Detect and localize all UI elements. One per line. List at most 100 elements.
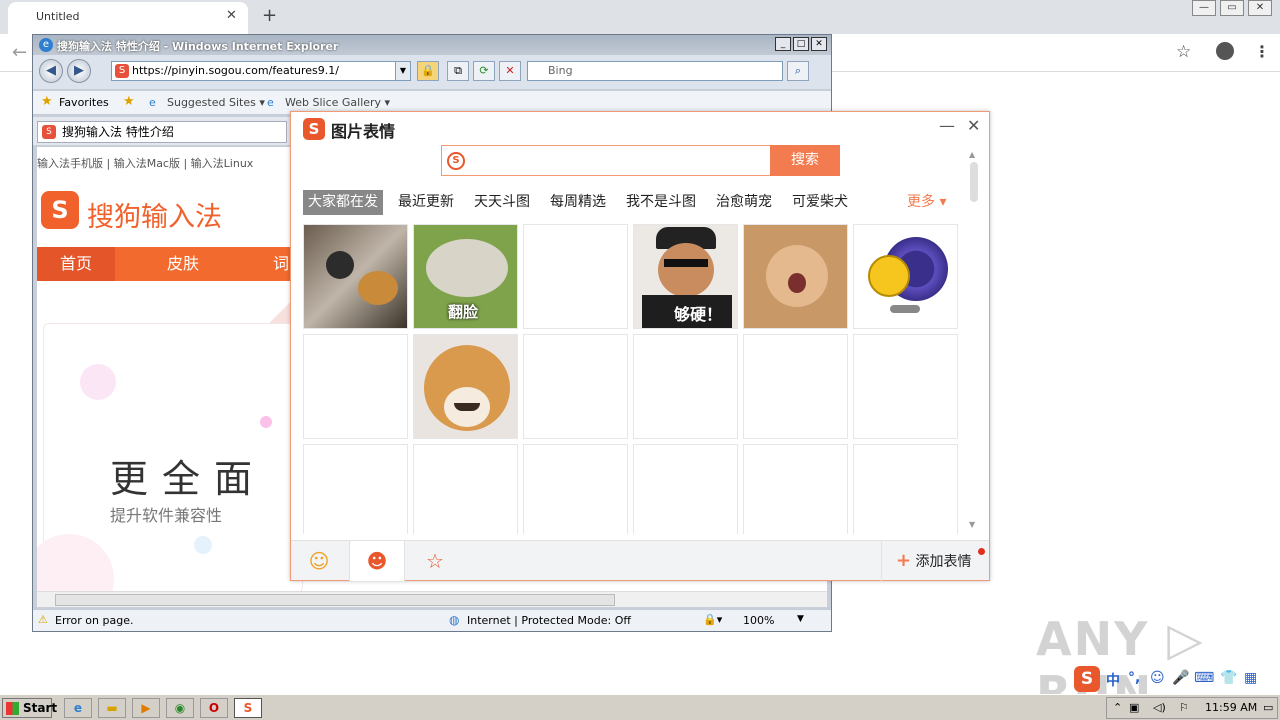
- sogou-taskbar-icon[interactable]: S: [234, 698, 262, 718]
- sticker-empty[interactable]: [743, 334, 848, 439]
- sticker-gouying[interactable]: 够硬！: [633, 224, 738, 329]
- site-name[interactable]: 搜狗输入法: [87, 195, 222, 234]
- refresh-icon[interactable]: ⟳: [473, 61, 495, 81]
- minimize-button[interactable]: —: [1192, 0, 1216, 16]
- chrome-taskbar-icon[interactable]: ◉: [166, 698, 194, 718]
- star-icon[interactable]: ☆: [407, 541, 463, 581]
- sticker-empty[interactable]: [523, 224, 628, 329]
- ime-skin-icon[interactable]: 👕: [1220, 670, 1237, 686]
- show-desktop-icon[interactable]: ▭: [1263, 701, 1273, 714]
- sticker-empty[interactable]: [853, 444, 958, 534]
- network-icon[interactable]: ▣: [1129, 701, 1139, 714]
- scrollbar-thumb[interactable]: [55, 594, 615, 606]
- favorites-button[interactable]: Favorites: [59, 96, 109, 109]
- ime-keyboard-icon[interactable]: ⌨: [1194, 670, 1214, 686]
- nav-home[interactable]: 首页: [37, 247, 115, 281]
- sticker-fanlian[interactable]: 翻脸: [413, 224, 518, 329]
- ie-taskbar-icon[interactable]: e: [64, 698, 92, 718]
- minimize-icon[interactable]: —: [939, 116, 955, 135]
- sticker-empty[interactable]: [853, 334, 958, 439]
- add-sticker-button[interactable]: + 添加表情: [881, 541, 989, 581]
- bookmark-star-icon[interactable]: ☆: [1176, 42, 1191, 62]
- sticker-screaming-cat[interactable]: [743, 224, 848, 329]
- back-arrow-icon[interactable]: ◀: [39, 59, 63, 83]
- ime-chinese-mode[interactable]: 中: [1106, 670, 1120, 690]
- chrome-menu-icon[interactable]: ⋮: [1254, 42, 1270, 61]
- sticker-empty[interactable]: [523, 334, 628, 439]
- category-tab[interactable]: 最近更新: [393, 190, 459, 215]
- ime-voice-icon[interactable]: 🎤: [1172, 670, 1189, 686]
- category-tab[interactable]: 天天斗图: [469, 190, 535, 215]
- add-favorites-icon[interactable]: ★: [123, 94, 135, 109]
- warning-icon[interactable]: ⚠: [38, 613, 52, 627]
- sogou-logo-icon[interactable]: S: [41, 191, 79, 229]
- ime-punctuation-icon[interactable]: °,: [1128, 670, 1140, 686]
- forward-arrow-icon[interactable]: ▶: [67, 59, 91, 83]
- tray-expand-icon[interactable]: ⌃: [1113, 701, 1122, 714]
- address-dropdown-icon[interactable]: ▼: [395, 61, 411, 81]
- status-error-text[interactable]: Error on page.: [55, 614, 133, 627]
- vertical-scrollbar[interactable]: ▲ ▼: [967, 150, 981, 532]
- zoom-level[interactable]: 100%: [743, 614, 774, 627]
- sticker-empty[interactable]: [743, 444, 848, 534]
- sticker-icon[interactable]: ☻: [349, 541, 405, 581]
- close-icon[interactable]: ✕: [967, 116, 980, 135]
- volume-icon[interactable]: ◁): [1153, 701, 1166, 714]
- start-button[interactable]: Start: [2, 698, 57, 718]
- opera-taskbar-icon[interactable]: O: [200, 698, 228, 718]
- sticker-cat-fight[interactable]: [303, 224, 408, 329]
- sticker-shiba[interactable]: [413, 334, 518, 439]
- ime-toolbox-icon[interactable]: ▦: [1244, 670, 1257, 686]
- category-tab[interactable]: 可爱柴犬: [787, 190, 853, 215]
- nav-skin[interactable]: 皮肤: [147, 247, 219, 281]
- sticker-empty[interactable]: [303, 444, 408, 534]
- zoom-dropdown-icon[interactable]: ▼: [797, 614, 804, 624]
- category-tab[interactable]: 每周精选: [545, 190, 611, 215]
- sticker-empty[interactable]: [413, 444, 518, 534]
- lock-icon[interactable]: 🔒: [417, 61, 439, 81]
- scroll-down-icon[interactable]: ▼: [969, 520, 975, 529]
- ie-close-button[interactable]: ✕: [811, 37, 827, 51]
- maximize-button[interactable]: ▭: [1220, 0, 1244, 16]
- site-top-links[interactable]: 输入法手机版 | 输入法Mac版 | 输入法Linux: [37, 155, 253, 171]
- account-icon[interactable]: [1216, 42, 1234, 60]
- media-player-taskbar-icon[interactable]: ▶: [132, 698, 160, 718]
- chrome-back-icon[interactable]: ←: [12, 42, 27, 63]
- sticker-smiley-sheep[interactable]: [853, 224, 958, 329]
- category-tab[interactable]: 大家都在发: [303, 190, 383, 215]
- search-button[interactable]: 搜索: [770, 145, 840, 176]
- category-tab[interactable]: 我不是斗图: [621, 190, 701, 215]
- suggested-sites-link[interactable]: Suggested Sites ▾: [167, 96, 265, 109]
- ie-tab[interactable]: S 搜狗输入法 特性介绍: [37, 121, 287, 143]
- compatibility-view-icon[interactable]: ⧉: [447, 61, 469, 81]
- search-icon[interactable]: ⌕: [787, 61, 809, 81]
- sticker-empty[interactable]: [633, 444, 738, 534]
- protected-mode-icon[interactable]: 🔒▾: [703, 613, 722, 626]
- scroll-up-icon[interactable]: ▲: [969, 150, 975, 159]
- sogou-ime-logo-icon[interactable]: S: [1074, 666, 1100, 692]
- clock[interactable]: 11:59 AM: [1205, 701, 1257, 714]
- ie-minimize-button[interactable]: _: [775, 37, 791, 51]
- ime-emoji-icon[interactable]: ☺: [1150, 670, 1165, 686]
- category-tab[interactable]: 治愈萌宠: [711, 190, 777, 215]
- smiley-icon[interactable]: ☺: [291, 541, 347, 581]
- nav-word[interactable]: 词: [273, 247, 289, 281]
- sticker-empty[interactable]: [523, 444, 628, 534]
- ie-maximize-button[interactable]: □: [793, 37, 809, 51]
- horizontal-scrollbar[interactable]: [37, 591, 827, 607]
- action-center-flag-icon[interactable]: ⚐: [1179, 701, 1189, 714]
- scrollbar-thumb[interactable]: [970, 162, 978, 202]
- more-categories-button[interactable]: 更多 ▾: [907, 190, 946, 215]
- search-input[interactable]: Bing: [527, 61, 783, 81]
- sticker-empty[interactable]: [303, 334, 408, 439]
- close-button[interactable]: ✕: [1248, 0, 1272, 16]
- address-bar[interactable]: S https://pinyin.sogou.com/features9.1/: [111, 61, 411, 81]
- explorer-taskbar-icon[interactable]: ▬: [98, 698, 126, 718]
- search-input[interactable]: [472, 149, 762, 172]
- stop-icon[interactable]: ✕: [499, 61, 521, 81]
- web-slice-gallery-link[interactable]: Web Slice Gallery ▾: [285, 96, 390, 109]
- sticker-empty[interactable]: [633, 334, 738, 439]
- favorites-star-icon[interactable]: ★: [41, 94, 53, 109]
- chrome-new-tab-button[interactable]: +: [262, 5, 277, 26]
- chrome-tab-close-icon[interactable]: ✕: [226, 8, 237, 23]
